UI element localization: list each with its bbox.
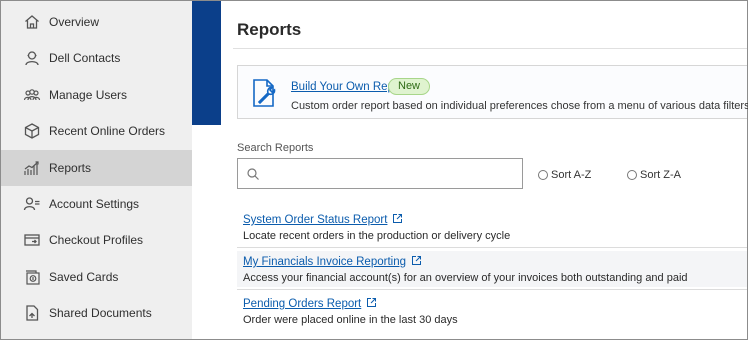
search-label: Search Reports — [237, 142, 314, 154]
sidebar-item-recent-online-orders[interactable]: Recent Online Orders — [1, 113, 192, 149]
sidebar-item-label: Recent Online Orders — [49, 124, 166, 138]
main-content: Reports Build Your Own Report New Custom… — [221, 1, 748, 339]
sidebar-item-overview[interactable]: Overview — [1, 4, 192, 40]
chart-icon — [23, 159, 41, 177]
promo-description: Custom order report based on individual … — [291, 100, 748, 112]
sidebar-item-checkout-profiles[interactable]: Checkout Profiles — [1, 222, 192, 258]
sort-a-z-radio[interactable]: Sort A-Z — [538, 169, 591, 181]
list-item: My Financials Invoice Reporting Access y… — [237, 251, 747, 287]
saved-card-icon — [23, 268, 41, 286]
users-icon — [23, 86, 41, 104]
user-settings-icon — [23, 195, 41, 213]
search-icon — [246, 167, 260, 181]
sidebar-item-manage-users[interactable]: Manage Users — [1, 77, 192, 113]
home-icon — [23, 13, 41, 31]
document-icon — [23, 304, 41, 322]
external-link-icon — [367, 298, 377, 307]
checkout-icon — [23, 231, 41, 249]
sidebar-item-reports[interactable]: Reports — [1, 150, 192, 186]
contact-icon — [23, 49, 41, 67]
list-item: Pending Orders Report Order were placed … — [237, 293, 747, 329]
gutter — [192, 125, 221, 339]
accent-bar — [192, 1, 221, 125]
report-link[interactable]: Pending Orders Report — [243, 297, 377, 310]
radio-circle[interactable] — [538, 170, 548, 180]
sidebar-item-label: Checkout Profiles — [49, 233, 144, 247]
sidebar-item-label: Overview — [49, 15, 100, 29]
report-description: Locate recent orders in the production o… — [243, 230, 511, 242]
divider — [233, 48, 747, 49]
search-box[interactable] — [237, 158, 523, 189]
sidebar-item-label: Account Settings — [49, 197, 140, 211]
sidebar-item-shared-documents[interactable]: Shared Documents — [1, 295, 192, 331]
external-link-icon — [412, 256, 421, 265]
report-description: Access your financial account(s) for an … — [243, 272, 688, 284]
sidebar-item-label: Shared Documents — [49, 306, 152, 320]
sidebar-item-label: Saved Cards — [49, 270, 119, 284]
search-input[interactable] — [266, 162, 516, 186]
list-item: System Order Status Report Locate recent… — [237, 209, 747, 245]
wrench-document-icon — [248, 77, 280, 109]
sort-z-a-radio[interactable]: Sort Z-A — [627, 169, 681, 181]
report-description: Order were placed online in the last 30 … — [243, 314, 458, 326]
sidebar-nav: Overview Dell Contacts Manage Users Rece… — [1, 1, 192, 339]
sidebar-item-dell-contacts[interactable]: Dell Contacts — [1, 40, 192, 76]
sidebar-item-label: Reports — [49, 161, 92, 175]
divider — [237, 289, 747, 290]
report-link[interactable]: System Order Status Report — [243, 213, 403, 226]
build-report-banner: Build Your Own Report New Custom order r… — [237, 65, 748, 119]
radio-circle[interactable] — [627, 170, 637, 180]
new-badge: New — [388, 78, 431, 95]
sidebar-item-account-settings[interactable]: Account Settings — [1, 186, 192, 222]
sidebar-item-label: Dell Contacts — [49, 51, 121, 65]
radio-label: Sort A-Z — [551, 169, 592, 181]
page-title: Reports — [237, 20, 302, 39]
report-link[interactable]: My Financials Invoice Reporting — [243, 255, 422, 268]
sidebar-item-saved-cards[interactable]: Saved Cards — [1, 259, 192, 295]
external-link-icon — [393, 214, 403, 223]
sidebar-item-label: Manage Users — [49, 88, 128, 102]
box-icon — [23, 122, 41, 140]
divider — [237, 247, 747, 248]
radio-label: Sort Z-A — [640, 169, 681, 181]
